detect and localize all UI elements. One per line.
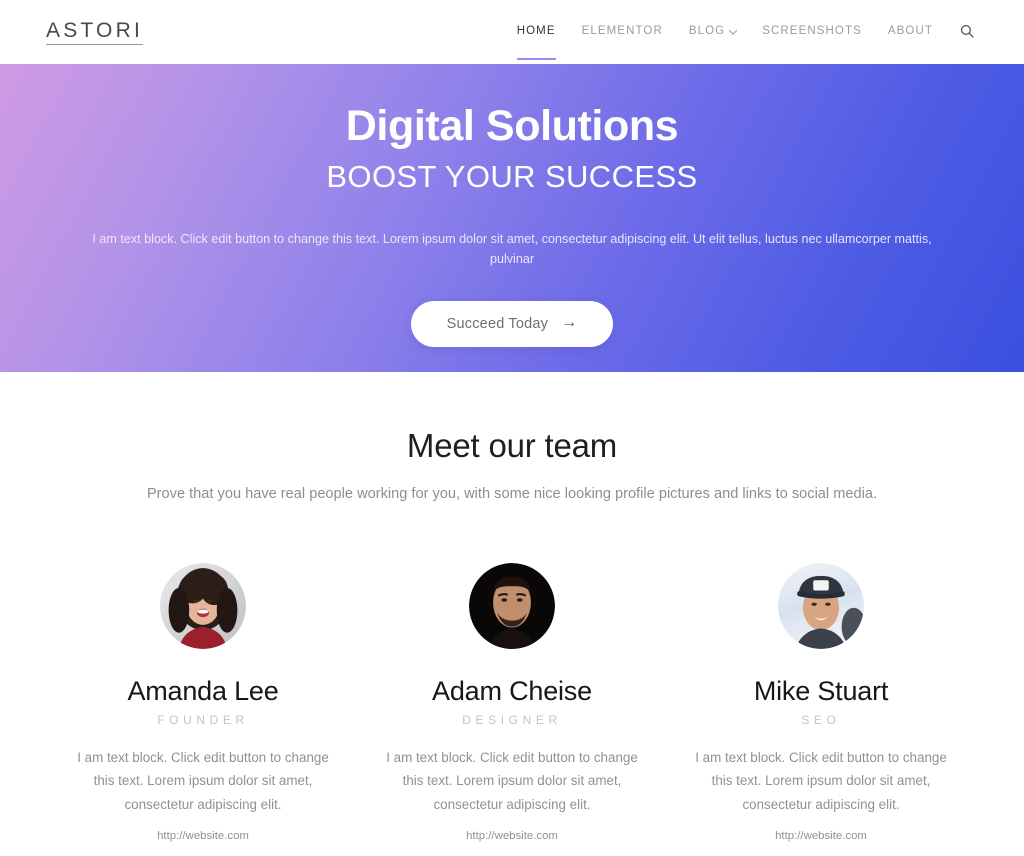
- team-member-card: Amanda Lee FOUNDER I am text block. Clic…: [49, 563, 358, 856]
- chevron-down-icon: [728, 26, 738, 35]
- team-member-card: Mike Stuart SEO I am text block. Click e…: [667, 563, 976, 856]
- avatar: [778, 563, 864, 650]
- member-description: I am text block. Click edit button to ch…: [386, 749, 638, 813]
- member-description: I am text block. Click edit button to ch…: [77, 749, 329, 813]
- avatar: [469, 563, 555, 650]
- nav-item-elementor[interactable]: ELEMENTOR: [569, 26, 676, 38]
- nav-label-elementor: ELEMENTOR: [581, 25, 663, 38]
- member-role: SEO: [801, 712, 841, 727]
- nav-item-screenshots[interactable]: SCREENSHOTS: [749, 26, 875, 38]
- nav-item-home[interactable]: HOME: [504, 25, 569, 60]
- hero-cta-wrapper: Succeed Today →: [0, 301, 1024, 348]
- nav-item-about[interactable]: ABOUT: [875, 26, 946, 38]
- nav-label-about: ABOUT: [887, 25, 933, 38]
- nav-label-blog: BLOG: [688, 25, 726, 38]
- member-name: Amanda Lee: [127, 676, 279, 707]
- member-role: DESIGNER: [462, 712, 562, 727]
- member-website-link[interactable]: http://website.com: [61, 830, 346, 842]
- member-description: I am text block. Click edit button to ch…: [695, 749, 947, 813]
- search-button[interactable]: [946, 24, 978, 41]
- nav-label-screenshots: SCREENSHOTS: [762, 25, 862, 38]
- arrow-right-icon: →: [561, 314, 578, 332]
- nav-label-home: HOME: [516, 25, 556, 38]
- team-member-card: Adam Cheise DESIGNER I am text block. Cl…: [358, 563, 667, 856]
- member-name: Mike Stuart: [753, 676, 889, 707]
- active-nav-underline: [516, 57, 556, 60]
- member-website-link[interactable]: http://website.com: [679, 830, 964, 842]
- hero-paragraph: I am text block. Click edit button to ch…: [92, 232, 932, 267]
- cta-label: Succeed Today: [446, 316, 549, 333]
- hero-section: Digital Solutions BOOST YOUR SUCCESS I a…: [0, 64, 1024, 372]
- hero-subtitle: BOOST YOUR SUCCESS: [326, 159, 698, 195]
- member-role: FOUNDER: [157, 712, 249, 727]
- nav-item-blog[interactable]: BLOG: [676, 26, 749, 38]
- site-logo[interactable]: ASTORI: [46, 19, 143, 46]
- team-grid: Amanda Lee FOUNDER I am text block. Clic…: [0, 563, 1024, 856]
- member-name: Adam Cheise: [432, 676, 592, 707]
- search-icon: [960, 24, 974, 41]
- avatar: [160, 563, 246, 650]
- succeed-today-button[interactable]: Succeed Today →: [410, 301, 614, 348]
- main-navigation: HOME ELEMENTOR BLOG SCREENSHOTS ABOUT: [504, 24, 978, 60]
- section-title: Meet our team: [406, 427, 618, 464]
- member-website-link[interactable]: http://website.com: [370, 830, 655, 842]
- section-subtitle: Prove that you have real people working …: [146, 485, 878, 502]
- team-section: Meet our team Prove that you have real p…: [0, 372, 1024, 856]
- site-header: ASTORI HOME ELEMENTOR BLOG SCREENSHOTS A…: [0, 0, 1024, 64]
- hero-title: Digital Solutions: [345, 102, 679, 150]
